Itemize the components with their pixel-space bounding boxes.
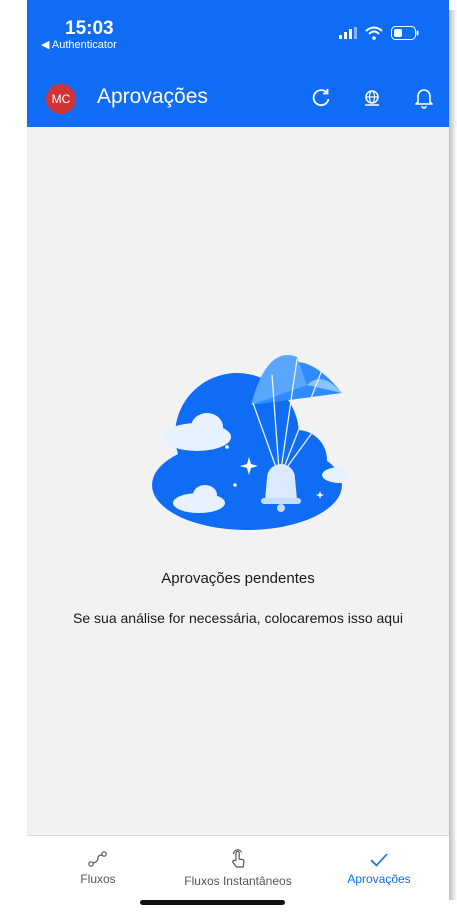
app-header: 15:03 ◀ Authenticator MC Aprovações (27, 0, 449, 127)
tab-fluxos[interactable]: Fluxos (63, 850, 133, 910)
empty-state-subtitle: Se sua análise for necessária, colocarem… (73, 610, 403, 626)
wifi-icon (365, 26, 383, 40)
status-icons (339, 26, 419, 40)
touch-icon (232, 849, 245, 868)
environment-globe-icon[interactable] (360, 86, 384, 110)
signal-icon (339, 27, 357, 39)
battery-icon (391, 26, 419, 40)
avatar[interactable]: MC (46, 84, 76, 114)
home-indicator[interactable] (140, 900, 285, 905)
check-icon (370, 853, 388, 867)
tab-label: Aprovações (347, 872, 411, 886)
back-to-app-link[interactable]: ◀ Authenticator (41, 38, 117, 51)
app-screen: 15:03 ◀ Authenticator MC Aprovações Apro… (27, 0, 449, 912)
tab-aprovacoes[interactable]: Aprovações (337, 852, 421, 912)
tab-label: Fluxos Instantâneos (184, 874, 292, 888)
tab-fluxos-instantaneos[interactable]: Fluxos Instantâneos (167, 848, 309, 908)
refresh-icon[interactable] (309, 86, 333, 110)
bell-icon[interactable] (412, 86, 436, 110)
parachute-bell-illustration (152, 355, 347, 530)
flow-icon (88, 851, 107, 867)
tab-label: Fluxos (80, 872, 116, 886)
empty-state-title: Aprovações pendentes (161, 570, 315, 587)
status-time: 15:03 (65, 18, 114, 39)
page-title: Aprovações (97, 85, 208, 108)
